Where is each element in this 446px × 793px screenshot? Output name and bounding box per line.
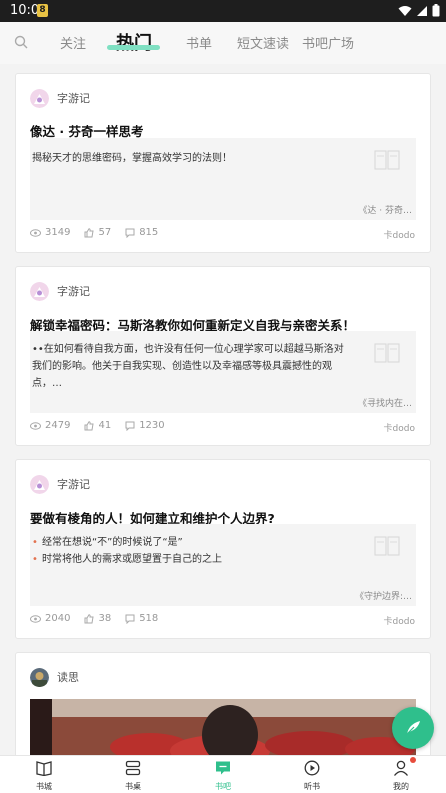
thumb-up-icon [84, 613, 95, 623]
battery-icon [432, 4, 440, 17]
like-count: 57 [98, 227, 112, 238]
post-stats: 3149 57 815 [30, 227, 158, 238]
author-name[interactable]: 字游记 [57, 476, 90, 492]
comment-icon [125, 614, 135, 624]
eye-icon [30, 228, 41, 237]
like-button[interactable]: 57 [84, 227, 111, 238]
chat-icon [216, 761, 230, 775]
comment-icon [125, 421, 135, 431]
status-icons [398, 4, 440, 17]
book-open-icon [36, 761, 52, 777]
comment-button[interactable]: 815 [125, 227, 158, 238]
tab-follow[interactable]: 关注 [60, 33, 86, 52]
status-bar: 10:00 8 [0, 0, 446, 22]
nav-label: 书城 [36, 782, 52, 791]
top-tab-bar: 关注 热门 书单 短文速读 书吧广场 [0, 22, 446, 64]
feed-card[interactable]: 字游记 像达 · 芬奇一样思考 揭秘天才的思维密码，掌握高效学习的法则！ 《达 … [15, 73, 431, 253]
view-count: 3149 [45, 227, 71, 238]
thumb-up-icon [84, 420, 95, 430]
book-name: 《寻找内在… [357, 399, 412, 409]
author-name[interactable]: 读思 [57, 669, 79, 685]
comment-count: 815 [139, 227, 159, 238]
tab-hot[interactable]: 热门 [116, 29, 152, 55]
person-icon [393, 760, 409, 776]
tab-quick-read[interactable]: 短文速读 [237, 33, 289, 52]
view-count: 2040 [45, 613, 71, 624]
compose-button[interactable] [392, 707, 434, 749]
nav-me[interactable]: 我的 [381, 757, 421, 792]
book-placeholder-icon [374, 343, 400, 363]
comment-button[interactable]: 518 [125, 613, 158, 624]
post-source: 卡dodo [383, 231, 415, 241]
feed-card[interactable]: 字游记 要做有棱角的人！如何建立和维护个人边界? 经常在想说“不”的时候说了“是… [15, 459, 431, 639]
preview-bullet: 时常将他人的需求或愿望置于自己的之上 [32, 551, 348, 568]
author-name[interactable]: 字游记 [57, 90, 90, 106]
post-source: 卡dodo [383, 424, 415, 434]
like-button[interactable]: 41 [84, 420, 111, 431]
nav-listen[interactable]: 听书 [292, 760, 332, 792]
view-count: 2479 [45, 420, 71, 431]
feather-icon [405, 721, 420, 736]
preview-bullets: 经常在想说“不”的时候说了“是” 时常将他人的需求或愿望置于自己的之上 [32, 534, 348, 568]
author-row[interactable]: 字游记 [30, 88, 90, 108]
eye-icon [30, 614, 41, 623]
post-source: 卡dodo [383, 617, 415, 627]
comment-count: 518 [139, 613, 159, 624]
book-name: 《达 · 芬奇… [358, 206, 412, 216]
bottom-nav: 书城 书桌 书吧 听书 我的 [0, 755, 446, 793]
thumb-up-icon [84, 227, 95, 237]
signal-icon [417, 5, 427, 16]
tab-booklist[interactable]: 书单 [186, 33, 212, 52]
tab-book-square[interactable]: 书吧广场 [302, 33, 354, 52]
nav-desk[interactable]: 书桌 [113, 760, 153, 792]
comment-count: 1230 [139, 420, 165, 431]
feed-card[interactable]: 字游记 解锁幸福密码：马斯洛教你如何重新定义自我与亲密关系！ ••在如何看待自我… [15, 266, 431, 446]
notification-badge-icon: 8 [37, 4, 48, 17]
post-preview: 经常在想说“不”的时候说了“是” 时常将他人的需求或愿望置于自己的之上 《守护边… [30, 524, 416, 606]
like-count: 41 [98, 420, 112, 431]
preview-text: 揭秘天才的思维密码，掌握高效学习的法则！ [32, 153, 232, 164]
avatar[interactable] [30, 474, 49, 494]
preview-bullet: 经常在想说“不”的时候说了“是” [32, 534, 348, 551]
avatar[interactable] [30, 281, 49, 301]
comment-icon [125, 228, 135, 238]
like-count: 38 [98, 613, 112, 624]
author-row[interactable]: 字游记 [30, 281, 90, 301]
post-stats: 2479 41 1230 [30, 420, 165, 431]
nav-label: 听书 [304, 782, 320, 791]
like-button[interactable]: 38 [84, 613, 111, 624]
nav-label: 我的 [393, 782, 409, 791]
author-row[interactable]: 读思 [30, 667, 79, 687]
post-stats: 2040 38 518 [30, 613, 158, 624]
desk-icon [125, 760, 141, 776]
post-cover-image[interactable] [30, 699, 416, 759]
post-preview: ••在如何看待自我方面，也许没有任何一位心理学家可以超越马斯洛对我们的影响。他关… [30, 331, 416, 413]
nav-bookbar[interactable]: 书吧 [203, 760, 243, 792]
preview-text: ••在如何看待自我方面，也许没有任何一位心理学家可以超越马斯洛对我们的影响。他关… [32, 344, 344, 389]
nav-bookstore[interactable]: 书城 [24, 760, 64, 792]
book-name: 《守护边界:… [354, 592, 412, 602]
nav-label: 书桌 [125, 782, 141, 791]
avatar[interactable] [30, 667, 49, 687]
author-name[interactable]: 字游记 [57, 283, 90, 299]
book-placeholder-icon [374, 536, 400, 556]
play-icon [304, 760, 320, 776]
notification-dot [410, 757, 416, 763]
comment-button[interactable]: 1230 [125, 420, 165, 431]
avatar[interactable] [30, 88, 49, 108]
eye-icon [30, 421, 41, 430]
feed-card[interactable]: 读思 [15, 652, 431, 772]
wifi-icon [398, 5, 412, 16]
active-tab-indicator [107, 45, 160, 50]
author-row[interactable]: 字游记 [30, 474, 90, 494]
nav-label: 书吧 [215, 782, 231, 791]
book-placeholder-icon [374, 150, 400, 170]
post-preview: 揭秘天才的思维密码，掌握高效学习的法则！ 《达 · 芬奇… [30, 138, 416, 220]
search-icon[interactable] [14, 35, 28, 49]
